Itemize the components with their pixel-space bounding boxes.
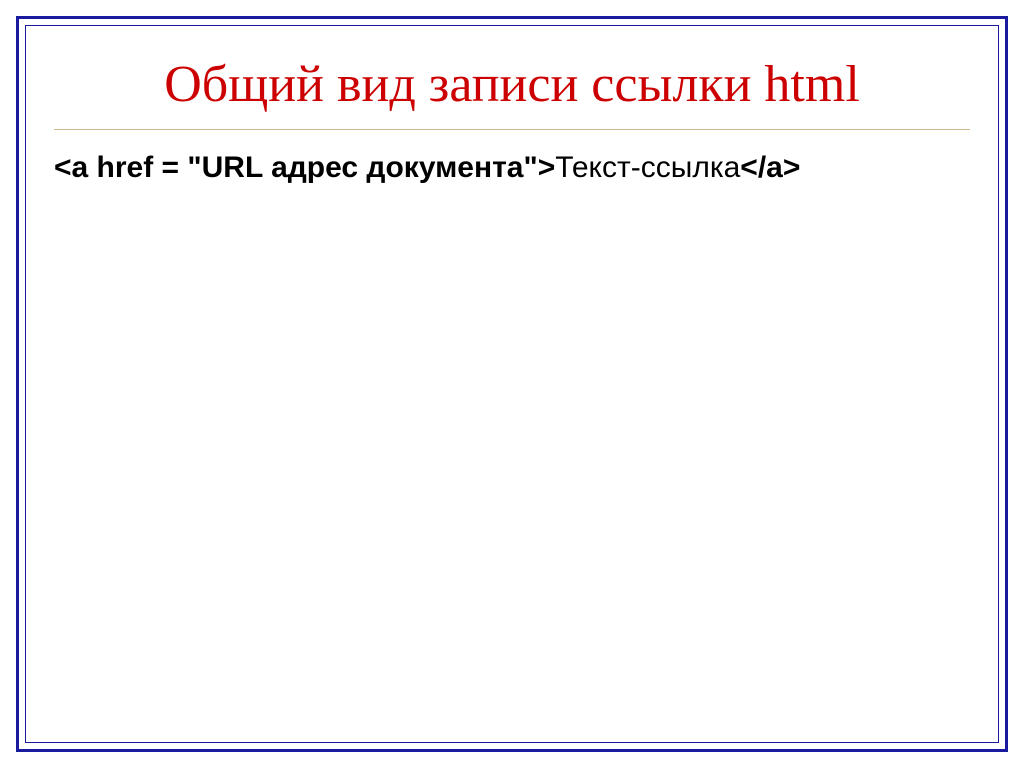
- slide-border-inner: Общий вид записи ссылки html <a href = "…: [25, 25, 999, 743]
- code-close-tag: </a>: [740, 151, 800, 184]
- code-open-tag: <a href = "URL адрес документа">: [54, 151, 555, 184]
- slide-title: Общий вид записи ссылки html: [54, 56, 970, 130]
- slide-body: <a href = "URL адрес документа">Текст-сс…: [54, 148, 970, 187]
- slide-border-outer: Общий вид записи ссылки html <a href = "…: [16, 16, 1008, 752]
- slide-outer: Общий вид записи ссылки html <a href = "…: [0, 0, 1024, 768]
- code-link-text: Текст-ссылка: [555, 151, 740, 184]
